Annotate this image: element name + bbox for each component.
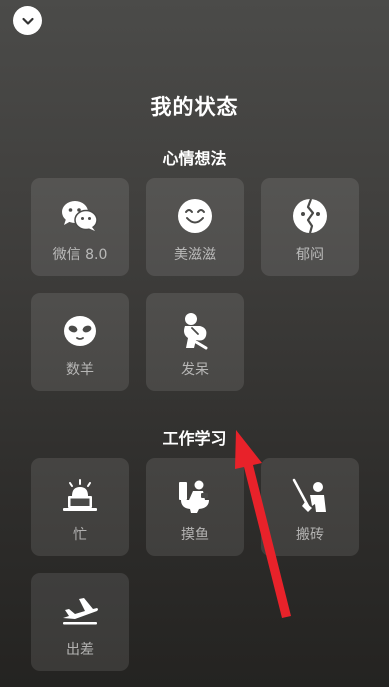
- worker-shovel-icon: [261, 476, 359, 516]
- status-tile-busy[interactable]: 忙: [31, 458, 129, 556]
- siren-laptop-icon: [31, 476, 129, 516]
- status-tile-gloomy[interactable]: 郁闷: [261, 178, 359, 276]
- status-tile-happy[interactable]: 美滋滋: [146, 178, 244, 276]
- chevron-down-icon: [21, 17, 34, 25]
- thinker-icon: [146, 311, 244, 351]
- status-tile-label: 搬砖: [296, 527, 324, 543]
- mood-grid: 微信 8.0 美滋滋 郁闷 数羊 发呆: [31, 178, 361, 392]
- status-tile-label: 摸鱼: [181, 527, 209, 543]
- page-title: 我的状态: [150, 95, 239, 119]
- section-title-mood: 心情想法: [162, 149, 227, 168]
- status-tile-label: 出差: [66, 642, 94, 658]
- top-bar: [0, 0, 389, 44]
- status-tile-label: 忙: [73, 527, 87, 543]
- status-tile-label: 郁闷: [296, 247, 324, 263]
- status-tile-counting-sheep[interactable]: 数羊: [31, 293, 129, 391]
- smiling-face-icon: [146, 196, 244, 236]
- status-tile-slacking[interactable]: 摸鱼: [146, 458, 244, 556]
- toilet-icon: [146, 476, 244, 516]
- status-tile-label: 数羊: [66, 362, 94, 378]
- work-grid: 忙 摸鱼 搬砖 出差: [31, 458, 361, 672]
- status-tile-label: 美滋滋: [174, 247, 216, 263]
- status-tile-label: 发呆: [181, 362, 209, 378]
- wechat-bubbles-icon: [31, 196, 129, 236]
- status-tile-hard-work[interactable]: 搬砖: [261, 458, 359, 556]
- status-tile-wechat[interactable]: 微信 8.0: [31, 178, 129, 276]
- status-tile-daze[interactable]: 发呆: [146, 293, 244, 391]
- section-title-work: 工作学习: [162, 429, 227, 448]
- sheep-face-icon: [31, 311, 129, 351]
- cracked-face-icon: [261, 196, 359, 236]
- status-tile-business-trip[interactable]: 出差: [31, 573, 129, 671]
- status-tile-label: 微信 8.0: [52, 247, 108, 263]
- collapse-button[interactable]: [13, 6, 42, 35]
- airplane-icon: [31, 591, 129, 631]
